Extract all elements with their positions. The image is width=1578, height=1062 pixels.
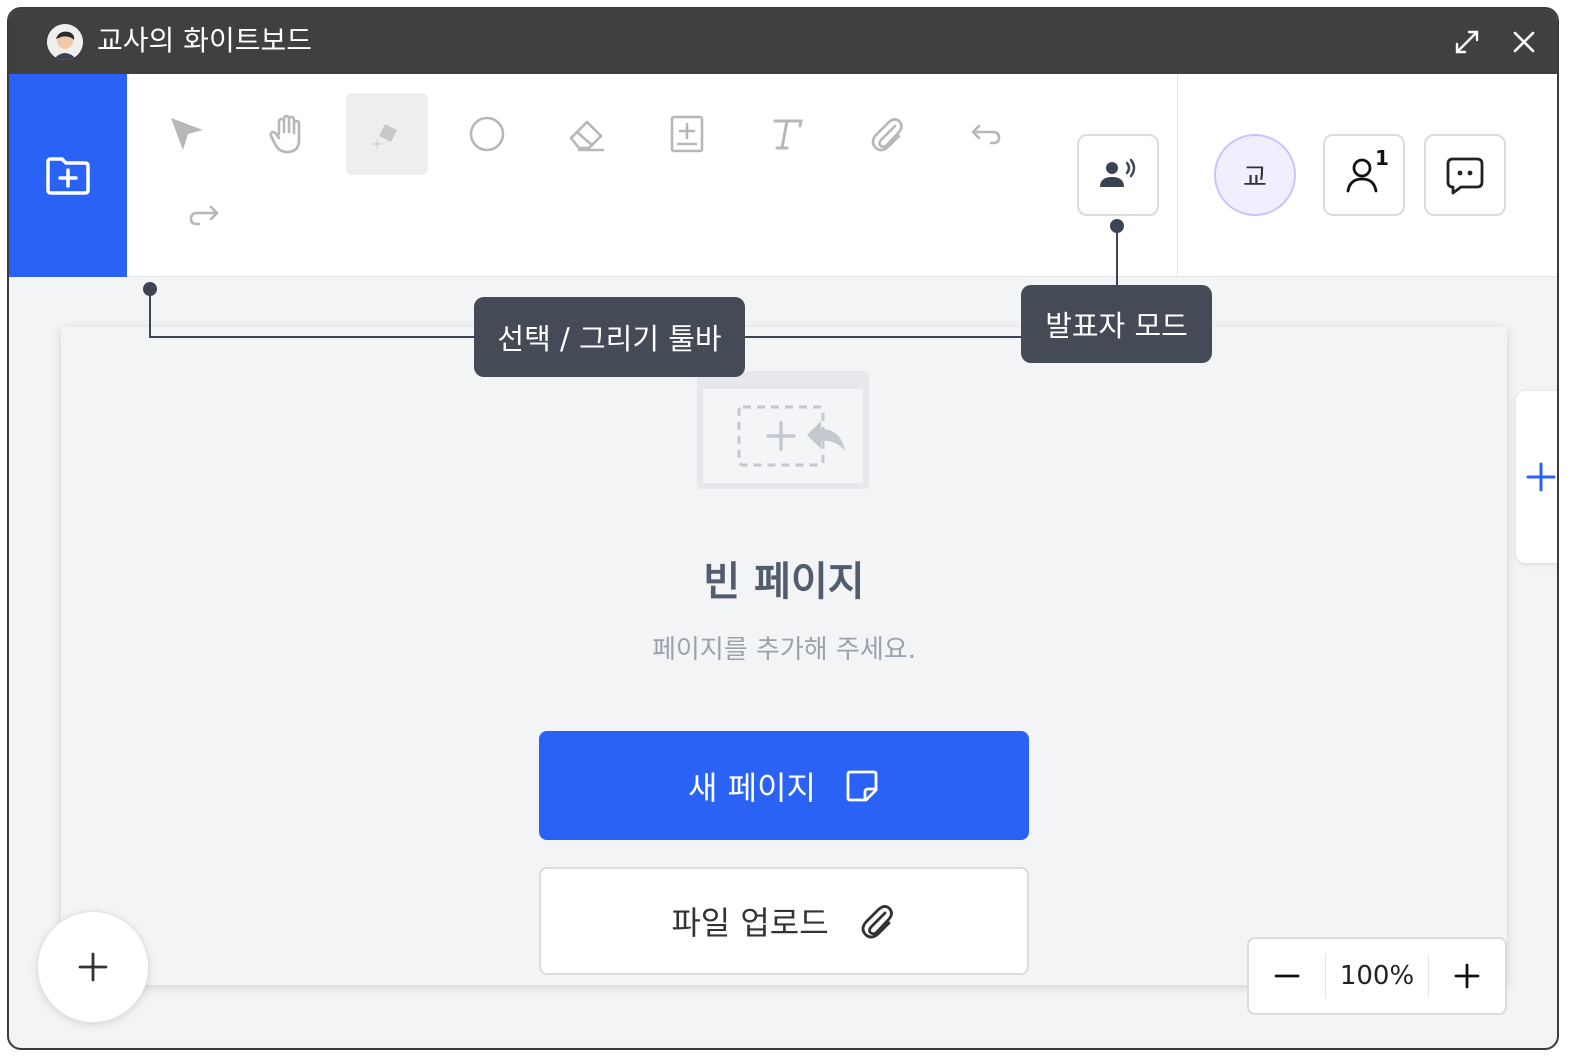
new-page-button[interactable]: 새 페이지 bbox=[539, 731, 1029, 840]
plus-icon bbox=[1526, 462, 1556, 492]
zoom-control: 100% bbox=[1247, 937, 1507, 1015]
cursor-arrow-icon bbox=[171, 118, 203, 150]
zoom-out-button[interactable] bbox=[1249, 939, 1325, 1013]
file-upload-label: 파일 업로드 bbox=[671, 904, 829, 942]
presenter-speaker-icon bbox=[1100, 158, 1136, 187]
toolbar-divider bbox=[1177, 74, 1178, 277]
text-t-icon bbox=[773, 119, 803, 150]
tool-pen[interactable] bbox=[346, 93, 428, 175]
tool-redo[interactable] bbox=[162, 174, 244, 256]
teacher-avatar-icon bbox=[47, 24, 83, 60]
callout-connector-line bbox=[744, 336, 1022, 338]
empty-page-illustration-icon bbox=[697, 371, 869, 489]
eraser-icon bbox=[569, 120, 605, 152]
folder-plus-icon bbox=[46, 156, 90, 195]
expand-button[interactable] bbox=[1449, 24, 1485, 60]
close-icon bbox=[1513, 31, 1535, 53]
tool-eraser[interactable] bbox=[546, 93, 628, 175]
participant-count: 1 bbox=[1375, 146, 1389, 170]
toolbar-callout-line bbox=[149, 336, 475, 338]
highlighter-icon bbox=[372, 124, 397, 149]
user-initial: 교 bbox=[1243, 162, 1267, 193]
participants-button[interactable]: 1 bbox=[1323, 134, 1405, 216]
toolbar-callout-label: 선택 / 그리기 툴바 bbox=[474, 297, 745, 377]
close-button[interactable] bbox=[1506, 24, 1542, 60]
presenter-mode-button[interactable] bbox=[1077, 134, 1159, 216]
plus-icon bbox=[78, 952, 108, 982]
tool-undo[interactable] bbox=[946, 93, 1028, 175]
minus-icon bbox=[1274, 974, 1300, 978]
new-page-label: 새 페이지 bbox=[688, 768, 816, 807]
paperclip-icon bbox=[871, 118, 903, 152]
zoom-in-button[interactable] bbox=[1429, 939, 1505, 1013]
hand-icon bbox=[269, 114, 301, 154]
add-frame-icon bbox=[670, 115, 704, 153]
tool-pan[interactable] bbox=[246, 93, 328, 175]
file-upload-button[interactable]: 파일 업로드 bbox=[539, 867, 1029, 975]
chat-icon bbox=[1446, 157, 1484, 195]
title-bar: 교사의 화이트보드 bbox=[9, 9, 1557, 74]
toolbar-area: 교 1 bbox=[9, 74, 1557, 277]
empty-page-subtitle: 페이지를 추가해 주세요. bbox=[652, 635, 916, 665]
chat-button[interactable] bbox=[1424, 134, 1506, 216]
current-user-avatar[interactable]: 교 bbox=[1214, 134, 1296, 216]
window-title: 교사의 화이트보드 bbox=[97, 24, 312, 57]
whiteboard-canvas[interactable]: 빈 페이지 페이지를 추가해 주세요. 새 페이지 파일 업로드 bbox=[61, 327, 1507, 985]
tool-add-frame[interactable] bbox=[646, 93, 728, 175]
add-page-side-tab[interactable] bbox=[1516, 391, 1557, 563]
tool-attach[interactable] bbox=[846, 93, 928, 175]
presenter-callout-line bbox=[1116, 226, 1118, 286]
redo-icon bbox=[189, 205, 219, 226]
zoom-level: 100% bbox=[1325, 954, 1429, 998]
add-folder-button[interactable] bbox=[9, 74, 127, 277]
tool-select[interactable] bbox=[146, 93, 228, 175]
tool-text[interactable] bbox=[746, 93, 828, 175]
floating-add-button[interactable] bbox=[37, 911, 149, 1023]
expand-icon bbox=[1455, 30, 1479, 54]
whiteboard-window: 교사의 화이트보드 교 1 빈 페이지 페이지를 추가해 주세요. 새 페이지 … bbox=[7, 7, 1559, 1050]
plus-icon bbox=[1454, 963, 1480, 989]
sticky-note-icon bbox=[846, 770, 878, 801]
avatar bbox=[47, 24, 83, 60]
presenter-callout-label: 발표자 모드 bbox=[1021, 285, 1212, 363]
toolbar-callout-line bbox=[149, 289, 151, 338]
circle-icon bbox=[469, 116, 505, 152]
undo-icon bbox=[971, 124, 1001, 145]
tool-shape[interactable] bbox=[446, 93, 528, 175]
empty-page-title: 빈 페이지 bbox=[703, 559, 865, 605]
paperclip-icon bbox=[861, 905, 893, 939]
